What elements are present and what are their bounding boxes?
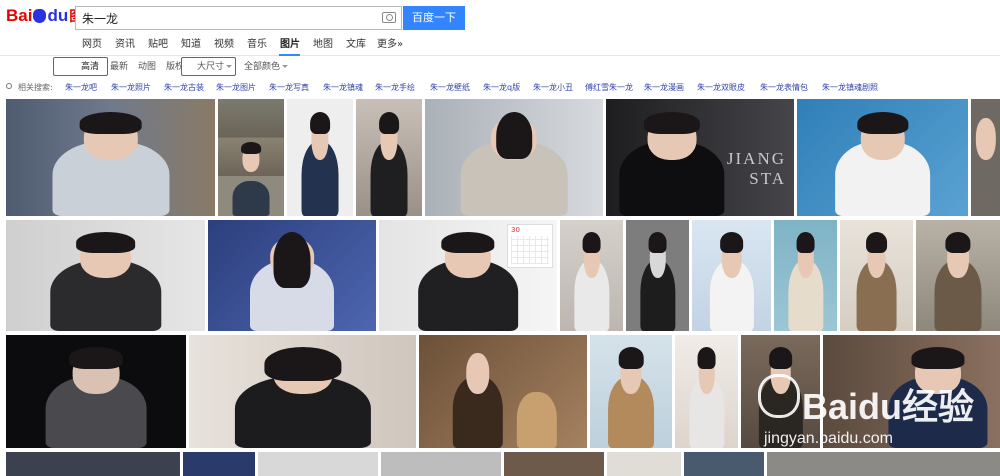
image-result[interactable] [381, 452, 501, 476]
filter-color-label: 全部颜色 [244, 62, 281, 72]
image-result[interactable]: JIANG STA [606, 99, 794, 216]
nav-tabs: 网页 资讯 贴吧 知道 视频 音乐 图片 地图 文库 更多» [0, 34, 1000, 56]
related-item[interactable]: 朱一龙双眼皮 [697, 82, 745, 93]
image-result[interactable] [419, 335, 587, 448]
image-result[interactable] [183, 452, 255, 476]
poster-text: JIANG STA [726, 149, 786, 188]
image-result[interactable] [626, 220, 689, 331]
filter-latest[interactable]: 最新 [110, 59, 128, 75]
image-result[interactable] [425, 99, 603, 216]
filter-animated[interactable]: 动图 [138, 59, 156, 75]
image-result[interactable] [356, 99, 422, 216]
related-item[interactable]: 朱一龙吧 [65, 82, 97, 93]
chevron-down-icon [226, 65, 233, 68]
search-button[interactable]: 百度一下 [403, 6, 465, 30]
filter-bar: 高清 最新 动图 版权 大尺寸 全部颜色 [0, 57, 1000, 78]
image-result[interactable] [6, 335, 186, 448]
filter-size-label: 大尺寸 [197, 62, 225, 72]
logo-du: du [47, 6, 69, 25]
image-result[interactable] [560, 220, 623, 331]
image-result[interactable] [218, 99, 284, 216]
related-item[interactable]: 朱一龙镇魂剧照 [822, 82, 878, 93]
paw-icon [33, 9, 47, 23]
logo-bai: Bai [6, 6, 33, 25]
search-input[interactable] [76, 7, 376, 29]
tab-zhidao[interactable]: 知道 [181, 37, 201, 53]
active-tab-underline [279, 54, 300, 56]
image-result[interactable] [823, 335, 1000, 448]
related-item[interactable]: 朱一龙古装 [164, 82, 204, 93]
related-item[interactable]: 朱一龙小丑 [533, 82, 573, 93]
related-searches: 相关搜索: 朱一龙吧 朱一龙照片 朱一龙古装 朱一龙图片 朱一龙写真 朱一龙镇魂… [0, 79, 1000, 96]
image-result[interactable] [504, 452, 604, 476]
image-result[interactable] [840, 220, 913, 331]
image-result[interactable] [971, 99, 1000, 216]
related-item[interactable]: 朱一龙漫画 [644, 82, 684, 93]
related-item[interactable]: 朱一龙手绘 [375, 82, 415, 93]
search-box [75, 6, 402, 30]
tab-tieba[interactable]: 贴吧 [148, 37, 168, 53]
image-result[interactable] [6, 220, 205, 331]
tab-wenku[interactable]: 文库 [346, 37, 366, 53]
tab-video[interactable]: 视频 [214, 37, 234, 53]
image-result[interactable] [675, 335, 738, 448]
image-result[interactable] [774, 220, 837, 331]
image-result[interactable] [797, 99, 968, 216]
tab-music[interactable]: 音乐 [247, 37, 267, 53]
related-item[interactable]: 傅红雪朱一龙 [585, 82, 633, 93]
image-result[interactable] [287, 99, 353, 216]
filter-color[interactable]: 全部颜色 [244, 59, 289, 75]
tab-news[interactable]: 资讯 [115, 37, 135, 53]
tab-images[interactable]: 图片 [280, 37, 300, 53]
image-result[interactable] [590, 335, 672, 448]
image-result[interactable] [6, 99, 215, 216]
related-item[interactable]: 朱一龙壁纸 [430, 82, 470, 93]
tab-web[interactable]: 网页 [82, 37, 102, 53]
image-result[interactable] [767, 452, 1000, 476]
image-result[interactable] [208, 220, 376, 331]
search-icon [6, 83, 12, 89]
image-result[interactable] [189, 335, 416, 448]
tab-more[interactable]: 更多» [377, 37, 403, 53]
image-result[interactable] [607, 452, 681, 476]
related-item[interactable]: 朱一龙镇魂 [323, 82, 363, 93]
image-result[interactable]: 30 [379, 220, 557, 331]
baidu-image-logo[interactable]: Baidu图片 [6, 4, 97, 28]
image-result[interactable] [741, 335, 820, 448]
header: Baidu图片 百度一下 [0, 0, 1000, 34]
calendar-grid [511, 236, 549, 264]
image-result[interactable] [258, 452, 378, 476]
filter-hd[interactable]: 高清 [81, 59, 99, 75]
related-item[interactable]: 朱一龙表情包 [760, 82, 808, 93]
image-result[interactable] [684, 452, 764, 476]
related-item[interactable]: 朱一龙照片 [111, 82, 151, 93]
tab-map[interactable]: 地图 [313, 37, 333, 53]
related-label: 相关搜索: [18, 83, 53, 92]
image-result[interactable] [692, 220, 771, 331]
image-result[interactable] [916, 220, 1000, 331]
related-item[interactable]: 朱一龙图片 [216, 82, 256, 93]
calendar-date: 30 [511, 226, 520, 234]
camera-icon[interactable] [382, 12, 396, 23]
chevron-down-icon [282, 65, 289, 68]
related-item[interactable]: 朱一龙q版 [483, 82, 520, 93]
calendar-sheet: 30 [507, 224, 553, 268]
image-result[interactable] [6, 452, 180, 476]
filter-size[interactable]: 大尺寸 [197, 59, 233, 75]
related-item[interactable]: 朱一龙写真 [269, 82, 309, 93]
